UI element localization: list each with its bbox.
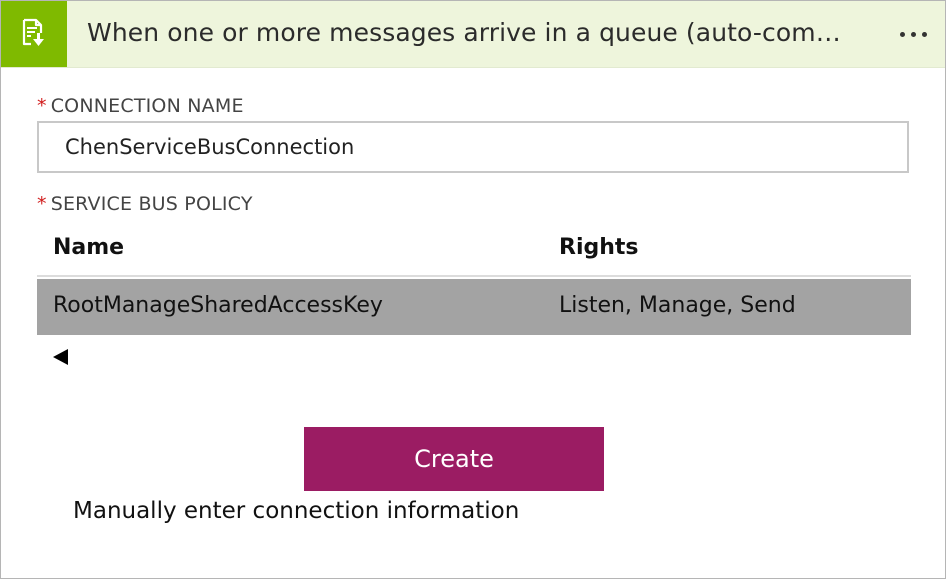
more-options-button[interactable] (891, 21, 935, 47)
service-bus-policy-label-text: SERVICE BUS POLICY (50, 193, 253, 215)
more-dot (899, 31, 905, 37)
policy-rights-cell: Listen, Manage, Send (559, 293, 796, 318)
connection-name-input[interactable] (37, 121, 909, 173)
manual-connection-link[interactable]: Manually enter connection information (73, 498, 519, 524)
policy-name-cell: RootManageSharedAccessKey (53, 293, 383, 318)
create-button[interactable]: Create (304, 427, 604, 491)
more-dot (910, 31, 916, 37)
connection-card: When one or more messages arrive in a qu… (0, 0, 946, 579)
policy-table-header: Name Rights (37, 223, 911, 277)
column-header-name: Name (53, 235, 125, 260)
column-header-rights: Rights (559, 235, 639, 260)
scroll-left-arrow-icon[interactable] (51, 347, 71, 367)
connection-name-label-text: CONNECTION NAME (50, 95, 244, 117)
trigger-icon-box (1, 1, 67, 67)
connection-name-label: * CONNECTION NAME (37, 95, 244, 117)
required-marker: * (37, 95, 47, 117)
trigger-header[interactable]: When one or more messages arrive in a qu… (1, 1, 945, 68)
service-bus-policy-label: * SERVICE BUS POLICY (37, 193, 253, 215)
required-marker: * (37, 193, 47, 215)
service-bus-queue-icon (17, 15, 51, 53)
policy-table-row[interactable]: RootManageSharedAccessKey Listen, Manage… (37, 279, 911, 335)
more-dot (921, 31, 927, 37)
trigger-title: When one or more messages arrive in a qu… (87, 18, 841, 47)
